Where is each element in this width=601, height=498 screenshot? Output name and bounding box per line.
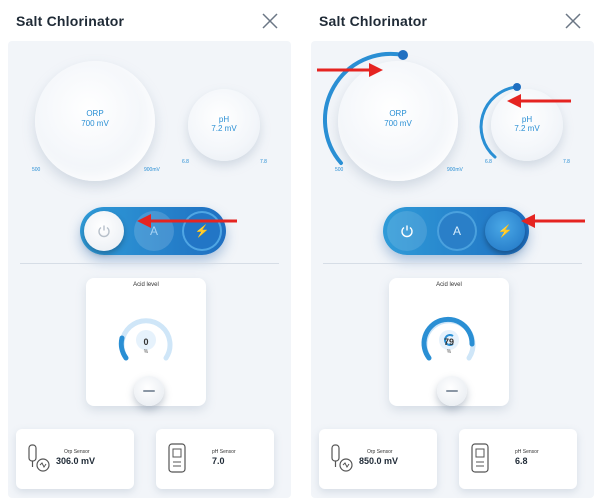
ph-sensor-icon: [471, 443, 489, 473]
orp-gauge[interactable]: ORP 700 mV: [35, 61, 155, 181]
orp-sensor-icon: [28, 444, 50, 472]
annotation-arrow-orp: [317, 63, 383, 77]
ph-sensor-card: pH Sensor 7.0: [156, 429, 274, 489]
divider: [20, 263, 279, 264]
power-button[interactable]: [84, 211, 124, 251]
orp-sensor-label: Orp Sensor: [367, 449, 393, 455]
ph-gauge[interactable]: pH 7.2 mV: [188, 89, 260, 161]
orp-sensor-label: Orp Sensor: [64, 449, 90, 455]
annotation-arrow-boost: [521, 214, 585, 228]
orp-gauge-value: 700 mV: [81, 119, 109, 128]
ph-scale-min: 6.8: [182, 159, 189, 165]
ph-sensor-card: pH Sensor 6.8: [459, 429, 577, 489]
screenshot-comparison: Salt Chlorinator ORP 700 mV 500 900mV pH…: [0, 0, 601, 498]
auto-icon: A: [452, 224, 461, 238]
minus-icon: [446, 390, 458, 392]
orp-sensor-value: 850.0 mV: [359, 456, 399, 466]
power-icon: [401, 225, 413, 238]
acid-level-unit: %: [446, 349, 452, 355]
close-icon[interactable]: [562, 10, 584, 32]
minus-icon: [143, 390, 155, 392]
acid-level-unit: %: [143, 349, 149, 355]
boost-icon: ⚡: [497, 224, 513, 238]
screen-title: Salt Chlorinator: [319, 13, 428, 29]
acid-level-value: 0: [143, 337, 149, 347]
orp-scale-max: 900mV: [144, 167, 160, 173]
acid-level-value: 79: [443, 337, 454, 347]
ph-sensor-icon: [168, 443, 186, 473]
ph-scale-min: 6.8: [485, 159, 492, 165]
boost-mode-button[interactable]: ⚡: [485, 211, 525, 251]
auto-mode-button[interactable]: A: [437, 211, 477, 251]
orp-sensor-card: Orp Sensor 306.0 mV: [16, 429, 134, 489]
decrease-button[interactable]: [134, 376, 164, 406]
decrease-button[interactable]: [437, 376, 467, 406]
close-icon[interactable]: [259, 10, 281, 32]
control-panel: ORP 700 mV 500 900mV pH 7.2 mV 6.8 7.8 A…: [8, 41, 291, 498]
mode-switch: A ⚡: [383, 207, 529, 255]
annotation-arrow-power: [137, 214, 237, 228]
salt-chlorinator-screen-after: Salt Chlorinator ORP 700 mV 500 900mV pH…: [311, 0, 594, 498]
orp-sensor-icon: [331, 444, 353, 472]
orp-sensor-card: Orp Sensor 850.0 mV: [319, 429, 437, 489]
ph-gauge-value: 7.2 mV: [211, 124, 237, 133]
orp-scale-min: 500: [32, 167, 41, 173]
salt-chlorinator-screen-before: Salt Chlorinator ORP 700 mV 500 900mV pH…: [8, 0, 291, 498]
ph-sensor-label: pH Sensor: [515, 449, 539, 455]
divider: [323, 263, 582, 264]
orp-gauge-label: ORP: [86, 109, 104, 118]
ph-scale-max: 7.8: [260, 159, 267, 165]
ph-scale-max: 7.8: [563, 159, 570, 165]
ph-sensor-label: pH Sensor: [212, 449, 236, 455]
screen-title: Salt Chlorinator: [16, 13, 125, 29]
ph-sensor-value: 7.0: [212, 456, 225, 466]
ph-sensor-value: 6.8: [515, 456, 528, 466]
annotation-arrow-ph: [507, 94, 571, 108]
power-icon: [98, 225, 110, 238]
orp-sensor-value: 306.0 mV: [56, 456, 96, 466]
power-button[interactable]: [387, 211, 427, 251]
